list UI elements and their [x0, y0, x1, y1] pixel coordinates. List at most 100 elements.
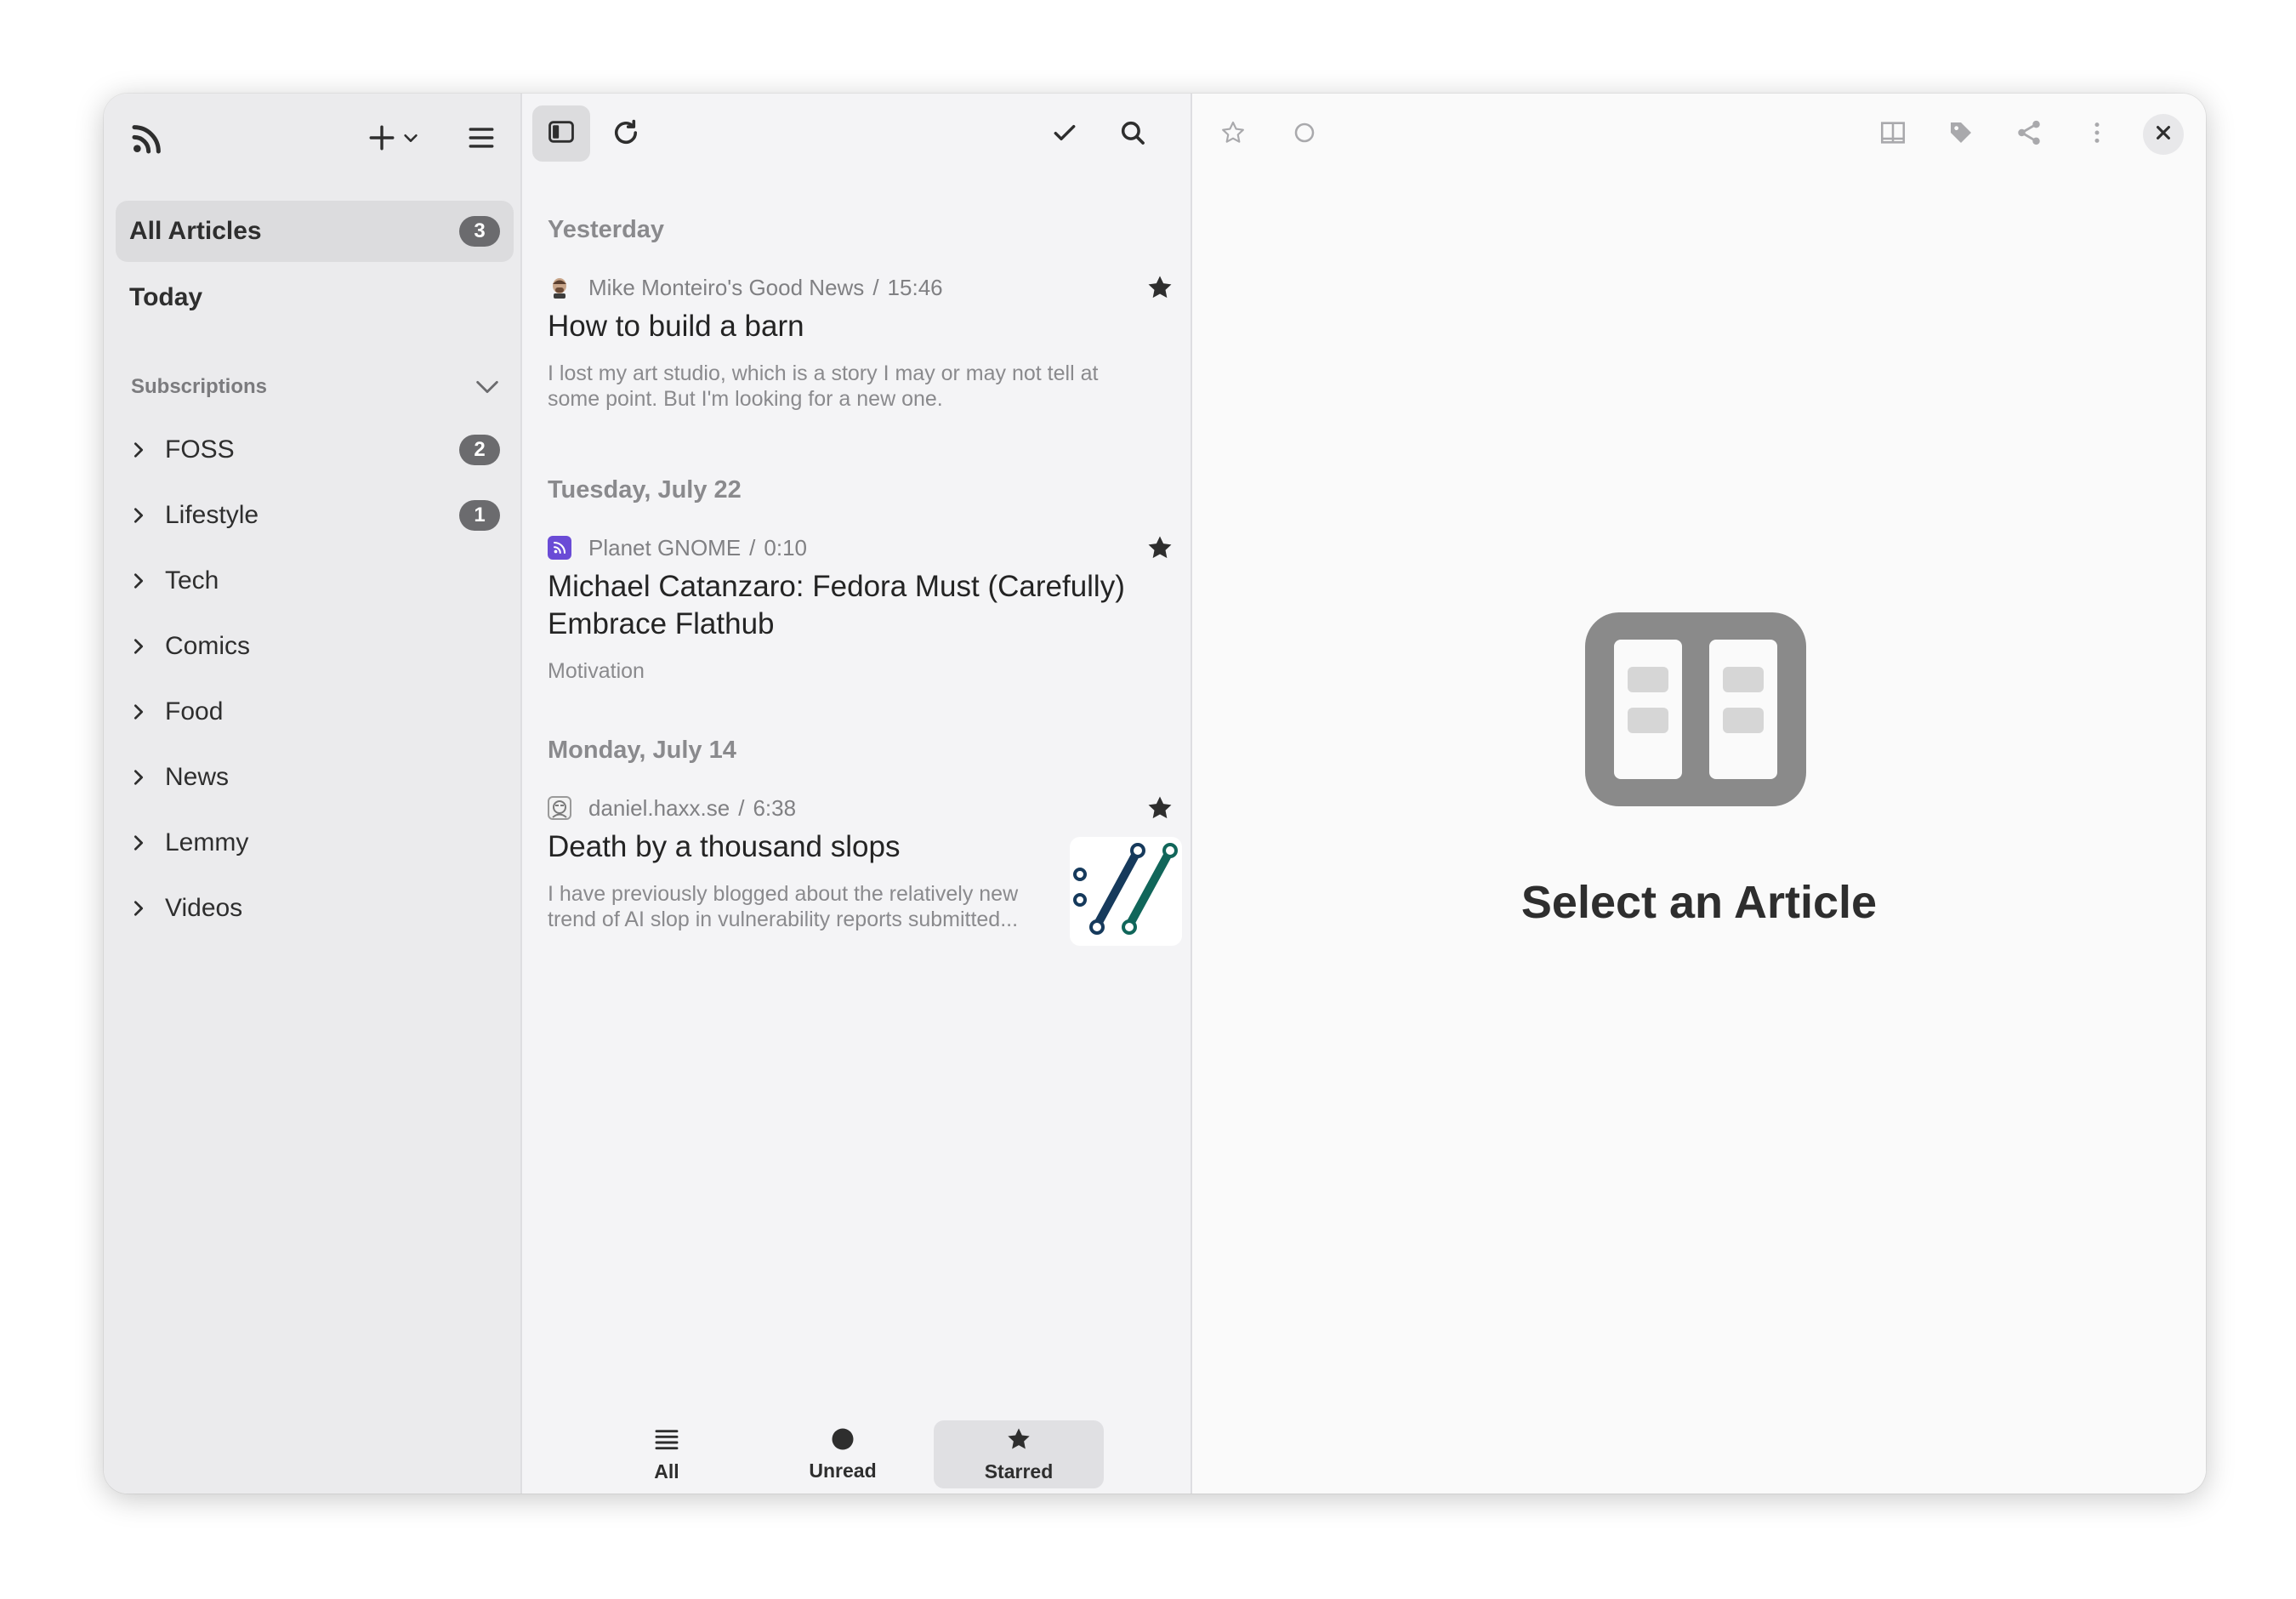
meta-separator: / — [749, 534, 756, 561]
chevron-right-icon — [129, 891, 163, 925]
feed-name: Mike Monteiro's Good News — [588, 274, 865, 300]
category-label: FOSS — [165, 435, 235, 464]
refresh-button[interactable] — [602, 111, 650, 158]
chevron-right-icon — [129, 695, 163, 729]
tag-button[interactable] — [1937, 111, 1985, 158]
article-meta: daniel.haxx.se / 6:38 — [548, 793, 796, 823]
hamburger-icon — [467, 123, 496, 156]
article-summary-line: I lost my art studio, which is a story I… — [548, 361, 1099, 385]
category-count-badge: 2 — [459, 435, 500, 465]
avatar-feed-icon — [548, 276, 571, 299]
star-button[interactable] — [1143, 793, 1177, 827]
toggle-sidebar-button[interactable] — [532, 105, 590, 162]
article-content-pane: Select an Article — [1192, 94, 2206, 1494]
app-window: All Articles 3 Today Subscriptions FOSS … — [104, 94, 2206, 1494]
sidebar-item-news[interactable]: News — [129, 748, 514, 807]
close-button[interactable] — [2143, 114, 2184, 155]
subscriptions-header[interactable]: Subscriptions — [131, 366, 510, 408]
all-articles-label: All Articles — [129, 217, 262, 245]
article-thumbnail — [1070, 837, 1182, 946]
sidebar-item-today[interactable]: Today — [116, 267, 514, 328]
view-unread-button[interactable]: Unread — [758, 1420, 928, 1488]
sidebar-item-lemmy[interactable]: Lemmy — [129, 813, 514, 873]
star-filled-icon — [1145, 794, 1174, 827]
select-article-placeholder-icon — [1585, 612, 1806, 806]
day-header: Tuesday, July 22 — [548, 476, 742, 504]
refresh-icon — [611, 117, 641, 152]
article-row[interactable]: Mike Monteiro's Good News / 15:46 How to… — [548, 272, 1177, 425]
article-row[interactable]: Planet GNOME / 0:10 Michael Catanzaro: F… — [548, 532, 1177, 686]
sidebar-item-foss[interactable]: FOSS 2 — [129, 420, 514, 480]
all-articles-count-badge: 3 — [459, 216, 500, 247]
category-label: Lifestyle — [165, 501, 259, 529]
plus-icon — [367, 123, 396, 156]
main-menu-button[interactable] — [459, 117, 503, 162]
sidebar-item-tech[interactable]: Tech — [129, 551, 514, 611]
sidebar-item-food[interactable]: Food — [129, 682, 514, 742]
dot-icon — [830, 1426, 855, 1456]
list-icon — [653, 1425, 680, 1457]
article-time: 6:38 — [753, 794, 797, 821]
avatar-feed-icon — [548, 796, 571, 820]
meta-separator: / — [738, 794, 745, 821]
empty-state-title: Select an Article — [1520, 877, 1878, 928]
star-filled-icon — [1145, 273, 1174, 306]
article-title-line: Embrace Flathub — [548, 607, 775, 640]
view-all-button[interactable]: All — [582, 1420, 752, 1488]
mark-all-read-button[interactable] — [1041, 111, 1088, 158]
category-label: Food — [165, 697, 224, 726]
view-starred-button[interactable]: Starred — [934, 1420, 1104, 1488]
sidebar-item-videos[interactable]: Videos — [129, 879, 514, 938]
circle-outline-icon — [1292, 120, 1317, 150]
article-summary-line: I have previously blogged about the rela… — [548, 882, 1019, 906]
star-button[interactable] — [1143, 532, 1177, 566]
share-icon — [2015, 118, 2043, 151]
add-menu-button[interactable] — [357, 117, 430, 162]
reader-view-button[interactable] — [1869, 111, 1917, 158]
close-icon — [2154, 123, 2173, 146]
category-label: News — [165, 763, 230, 791]
view-unread-label: Unread — [809, 1460, 877, 1482]
feed-name: Planet GNOME — [588, 534, 742, 561]
article-list-pane: Yesterday Mike Monteiro's Good News / 15… — [522, 94, 1192, 1494]
checkmark-icon — [1051, 119, 1078, 151]
star-outline-icon — [1219, 119, 1247, 151]
chevron-right-icon — [129, 629, 163, 663]
toggle-read-button[interactable] — [1281, 111, 1328, 158]
sidebar-item-all-articles[interactable]: All Articles 3 — [116, 201, 514, 262]
category-label: Lemmy — [165, 828, 249, 856]
sidebar-item-lifestyle[interactable]: Lifestyle 1 — [129, 486, 514, 545]
toggle-starred-button[interactable] — [1209, 111, 1257, 158]
article-meta: Planet GNOME / 0:10 — [548, 532, 807, 563]
article-title: Death by a thousand slops — [548, 830, 901, 863]
sidebar-item-comics[interactable]: Comics — [129, 617, 514, 676]
more-options-button[interactable] — [2073, 111, 2121, 158]
star-button[interactable] — [1143, 272, 1177, 306]
article-row[interactable]: daniel.haxx.se / 6:38 Death by a thousan… — [548, 793, 1182, 963]
chevron-right-icon — [129, 433, 163, 467]
search-button[interactable] — [1109, 111, 1157, 158]
article-meta: Mike Monteiro's Good News / 15:46 — [548, 272, 943, 303]
subscriptions-label: Subscriptions — [131, 375, 268, 398]
chevron-right-icon — [129, 498, 163, 532]
book-icon — [1878, 118, 1907, 151]
chevron-down-icon — [401, 128, 420, 151]
category-count-badge: 1 — [459, 500, 500, 531]
share-button[interactable] — [2005, 111, 2053, 158]
day-header: Monday, July 14 — [548, 737, 736, 764]
feed-name: daniel.haxx.se — [588, 794, 730, 821]
star-filled-icon — [1145, 533, 1174, 566]
star-filled-icon — [1005, 1425, 1032, 1457]
view-switcher: All Unread Starred — [522, 1415, 1191, 1494]
article-time: 0:10 — [764, 534, 808, 561]
tag-icon — [1947, 119, 1975, 151]
today-label: Today — [129, 283, 203, 311]
article-title: How to build a barn — [548, 310, 804, 343]
chevron-right-icon — [129, 826, 163, 860]
chevron-right-icon — [129, 760, 163, 794]
category-label: Comics — [165, 632, 251, 660]
search-icon — [1118, 118, 1147, 151]
chevron-down-icon[interactable] — [473, 373, 502, 401]
sidebar-toggle-icon — [547, 117, 576, 151]
article-time: 15:46 — [887, 274, 943, 300]
